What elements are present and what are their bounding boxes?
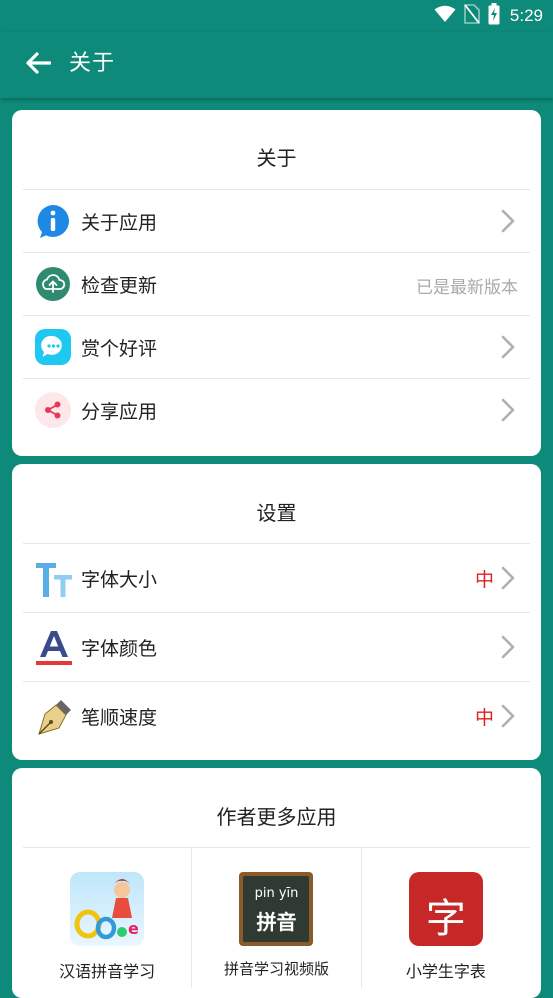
chevron-right-icon <box>500 209 516 233</box>
chevron-right-icon <box>500 335 516 359</box>
status-icons: 5:29 <box>434 3 543 29</box>
chevron-right-icon <box>500 566 516 590</box>
about-app-row[interactable]: 关于应用 <box>23 190 530 252</box>
character-table-app-icon: 字 <box>408 872 483 946</box>
share-app-row[interactable]: 分享应用 <box>23 379 530 441</box>
check-update-row[interactable]: 检查更新 已是最新版本 <box>23 253 530 315</box>
font-size-label: 字体大小 <box>81 569 158 591</box>
pen-icon <box>35 698 73 736</box>
chat-bubble-icon <box>35 329 71 365</box>
share-icon <box>35 392 71 428</box>
font-size-row[interactable]: 字体大小 中 <box>23 544 530 612</box>
app-name: 小学生字表 <box>405 962 486 981</box>
chevron-right-icon <box>500 398 516 422</box>
stroke-speed-row[interactable]: 笔顺速度 中 <box>23 682 530 750</box>
app-item-character-table[interactable]: 字 小学生字表 <box>360 848 530 988</box>
arrow-left-icon <box>25 52 52 78</box>
update-status-text: 已是最新版本 <box>416 278 518 298</box>
battery-charging-icon <box>488 3 500 29</box>
share-app-label: 分享应用 <box>81 401 158 423</box>
info-icon <box>35 203 71 239</box>
more-apps-grid: e 汉语拼音学习 pin yīn 拼音 拼音学习视频版 字 小学生字表 <box>23 848 530 988</box>
page-title: 关于 <box>69 51 116 76</box>
font-size-value: 中 <box>474 569 494 591</box>
wifi-icon <box>434 5 456 27</box>
app-bar: 关于 <box>0 32 553 98</box>
pinyin-video-app-icon: pin yīn 拼音 <box>239 872 314 946</box>
about-section-title: 关于 <box>256 146 297 170</box>
more-apps-section-title: 作者更多应用 <box>216 805 337 829</box>
rate-app-label: 赏个好评 <box>81 338 158 360</box>
stroke-speed-label: 笔顺速度 <box>81 707 158 729</box>
app-item-pinyin-video[interactable]: pin yīn 拼音 拼音学习视频版 <box>191 848 360 988</box>
stroke-speed-value: 中 <box>474 707 494 729</box>
pinyin-app-icon: e <box>70 872 145 946</box>
rate-app-row[interactable]: 赏个好评 <box>23 316 530 378</box>
svg-text:e: e <box>128 919 139 938</box>
app-icon-caption: pin yīn <box>254 886 299 901</box>
cloud-upload-icon <box>35 266 71 302</box>
chevron-right-icon <box>500 704 516 728</box>
settings-section-title: 设置 <box>256 501 297 525</box>
app-item-pinyin-learning[interactable]: e 汉语拼音学习 <box>23 848 191 988</box>
about-card: 关于 关于应用 检查更新 已是最新版本 赏个好评 分享应用 <box>12 110 541 456</box>
status-bar: 5:29 <box>0 0 553 32</box>
no-sim-icon <box>464 4 480 28</box>
app-name: 拼音学习视频版 <box>223 960 329 978</box>
font-size-icon <box>35 560 73 598</box>
app-icon-title: 拼音 <box>256 910 297 934</box>
more-apps-card: 作者更多应用 e 汉语拼音学习 pin yīn 拼音 拼音学习视频版 字 小学生… <box>12 768 541 998</box>
font-color-row[interactable]: 字体颜色 <box>23 613 530 681</box>
chevron-right-icon <box>500 635 516 659</box>
app-icon-glyph: 字 <box>425 896 466 942</box>
settings-card: 设置 字体大小 中 字体颜色 笔顺速度 中 <box>12 464 541 760</box>
status-time: 5:29 <box>509 6 543 25</box>
app-name: 汉语拼音学习 <box>59 962 156 981</box>
chalkboard: pin yīn 拼音 <box>243 876 310 942</box>
font-color-label: 字体颜色 <box>81 638 158 660</box>
about-app-label: 关于应用 <box>81 212 158 234</box>
back-button[interactable] <box>20 48 56 82</box>
check-update-label: 检查更新 <box>81 275 158 297</box>
font-color-icon <box>35 629 73 667</box>
